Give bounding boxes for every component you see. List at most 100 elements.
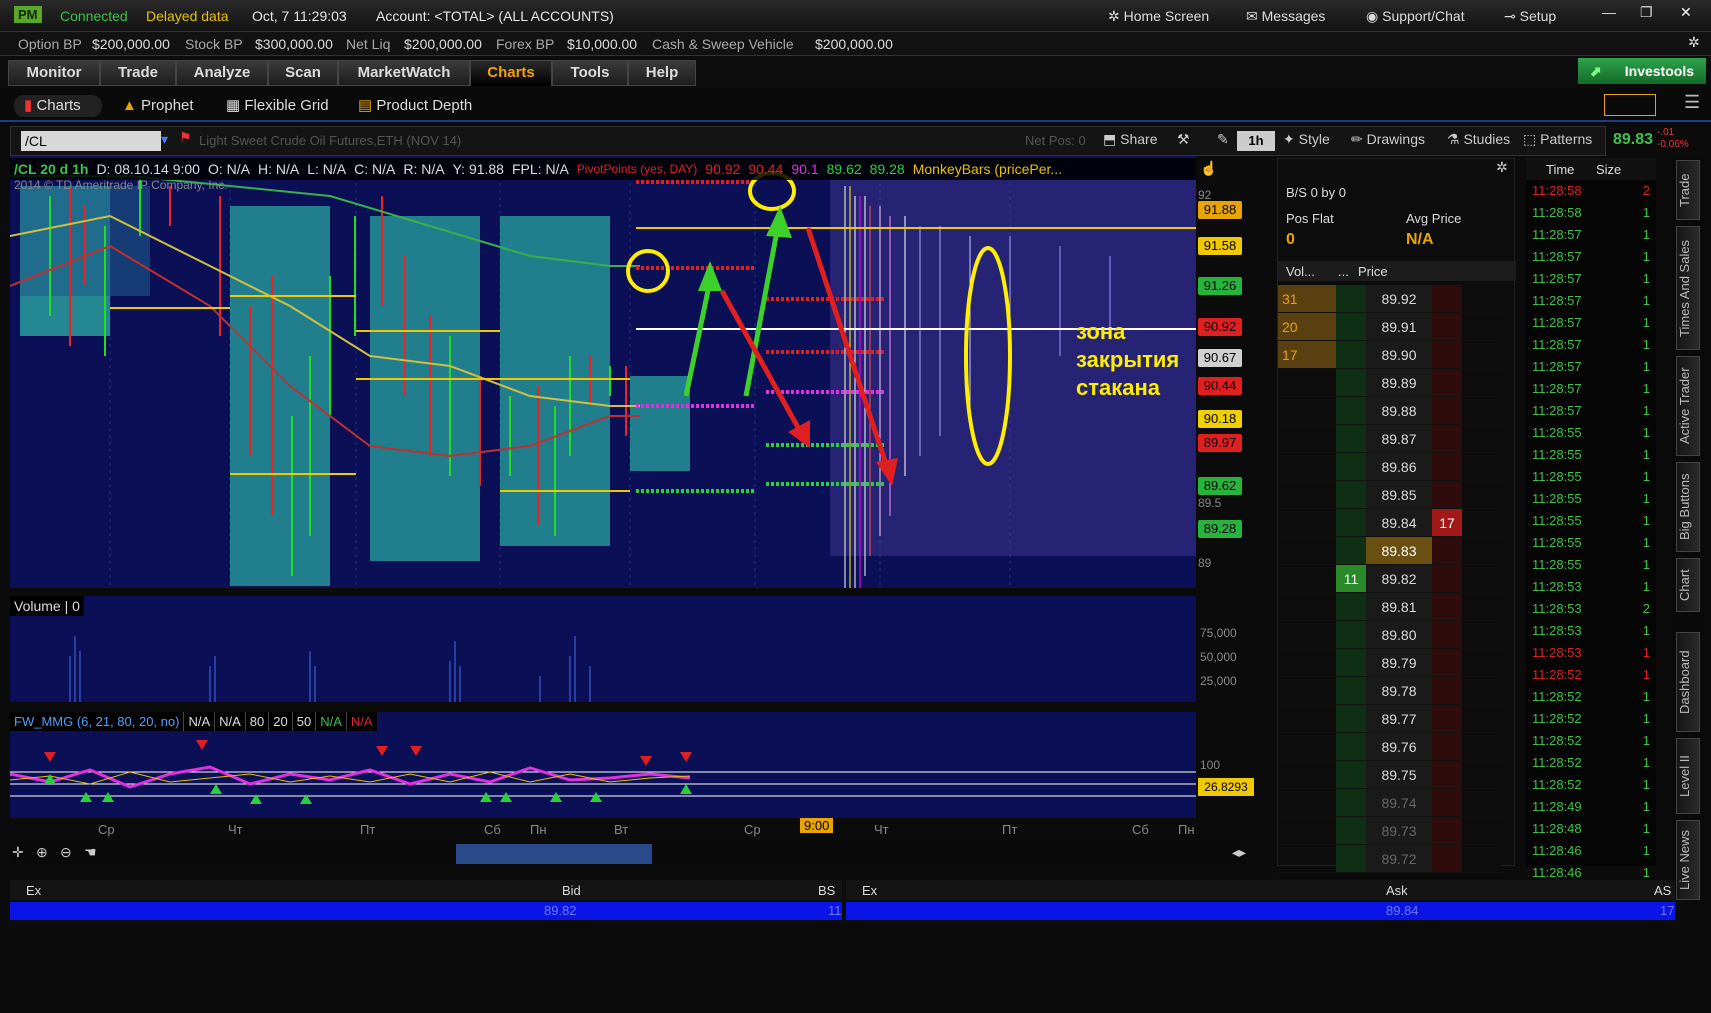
price-chart[interactable]: 2014 © TD Ameritrade IP Company, Inc. зо… — [10, 156, 1196, 588]
support-chat-button[interactable]: ◉ Support/Chat — [1366, 8, 1465, 25]
tab-trade[interactable]: Trade — [100, 60, 176, 86]
ladder-bid-cell[interactable] — [1336, 313, 1366, 340]
sidetab-chart[interactable]: Chart — [1676, 558, 1700, 612]
subtab-charts[interactable]: ▮ Charts — [14, 95, 102, 117]
ladder-ask-cell[interactable] — [1432, 369, 1462, 396]
ladder-ask-cell[interactable] — [1432, 565, 1462, 592]
setup-button[interactable]: ⊸ Setup — [1504, 8, 1556, 25]
share-button[interactable]: ⬒ Share — [1103, 131, 1157, 148]
subtab-product-depth[interactable]: ▤ Product Depth — [358, 95, 472, 117]
ladder-row[interactable]: 89.73 — [1278, 817, 1502, 845]
ladder-row[interactable]: 11 89.82 — [1278, 565, 1502, 593]
ladder-row[interactable]: 89.83 — [1278, 537, 1502, 565]
messages-button[interactable]: ✉ Messages — [1246, 8, 1325, 25]
ladder-bid-cell[interactable] — [1336, 845, 1366, 872]
ladder-gear-icon[interactable]: ✲ — [1496, 159, 1508, 176]
ladder-bid-cell[interactable] — [1336, 285, 1366, 312]
investools-button[interactable]: ⬈ Investools — [1578, 58, 1706, 84]
tab-help[interactable]: Help — [628, 60, 696, 86]
ladder-ask-cell[interactable] — [1432, 593, 1462, 620]
ladder-row[interactable]: 89.79 — [1278, 649, 1502, 677]
minimize-button[interactable]: — — [1602, 4, 1616, 20]
subtab-flexible-grid[interactable]: ▦ Flexible Grid — [226, 95, 329, 117]
ladder-row[interactable]: 89.81 — [1278, 593, 1502, 621]
ladder-bid-cell[interactable] — [1336, 537, 1366, 564]
scroll-thumb[interactable] — [456, 844, 652, 864]
sidetab-level-ii[interactable]: Level II — [1676, 738, 1700, 814]
ladder-ask-cell[interactable] — [1432, 481, 1462, 508]
ladder-ask-cell[interactable] — [1432, 677, 1462, 704]
ladder-row[interactable]: 89.84 17 — [1278, 509, 1502, 537]
ladder-ask-cell[interactable] — [1432, 397, 1462, 424]
ladder-ask-cell[interactable] — [1432, 705, 1462, 732]
wrench-icon[interactable]: ⚒ — [1177, 131, 1190, 148]
symbol-dropdown-icon[interactable]: ▾ — [161, 131, 168, 148]
menu-icon[interactable]: ☰ — [1684, 92, 1700, 113]
expand-icon[interactable]: ◂▸ — [1232, 844, 1246, 861]
ladder-ask-cell[interactable] — [1432, 649, 1462, 676]
ladder-row[interactable]: 89.72 — [1278, 845, 1502, 873]
period-selector[interactable]: 1h — [1237, 131, 1275, 151]
tab-tools[interactable]: Tools — [552, 60, 628, 86]
ladder-ask-cell[interactable] — [1432, 341, 1462, 368]
ladder-row[interactable]: 89.86 — [1278, 453, 1502, 481]
ladder-ask-cell[interactable] — [1432, 285, 1462, 312]
ladder-ask-cell[interactable] — [1432, 789, 1462, 816]
ladder-bid-cell[interactable] — [1336, 425, 1366, 452]
ladder-row[interactable]: 89.87 — [1278, 425, 1502, 453]
ladder-bid-cell[interactable] — [1336, 649, 1366, 676]
ladder-bid-cell[interactable] — [1336, 733, 1366, 760]
ladder-ask-cell[interactable] — [1432, 537, 1462, 564]
ladder-bid-cell[interactable] — [1336, 481, 1366, 508]
tool-icon[interactable]: ✎ — [1217, 131, 1229, 148]
ladder-bid-cell[interactable] — [1336, 761, 1366, 788]
ladder-row[interactable]: 89.76 — [1278, 733, 1502, 761]
tab-analyze[interactable]: Analyze — [176, 60, 268, 86]
ladder-ask-cell[interactable] — [1432, 453, 1462, 480]
chart-scrollbar[interactable]: ✛ ⊕ ⊖ ☚ ◂▸ — [10, 842, 1246, 866]
symbol-input[interactable]: /CL — [21, 131, 161, 151]
ladder-row[interactable]: 20 89.91 — [1278, 313, 1502, 341]
sidetab-trade[interactable]: Trade — [1676, 160, 1700, 220]
ladder-bid-cell[interactable] — [1336, 369, 1366, 396]
subtab-prophet[interactable]: ▲ Prophet — [122, 95, 194, 117]
sidetab-live-news[interactable]: Live News — [1676, 820, 1700, 900]
ladder-row[interactable]: 89.74 — [1278, 789, 1502, 817]
tab-marketwatch[interactable]: MarketWatch — [338, 60, 470, 86]
ladder-bid-cell[interactable] — [1336, 397, 1366, 424]
account-selector[interactable]: Account: <TOTAL> (ALL ACCOUNTS) — [376, 8, 614, 24]
gear-icon[interactable]: ✲ — [1688, 34, 1700, 51]
ladder-row[interactable]: 89.75 — [1278, 761, 1502, 789]
zoom-out-icon[interactable]: ⊖ — [60, 844, 72, 861]
ladder-bid-cell[interactable] — [1336, 453, 1366, 480]
cursor-icon[interactable]: ☝ — [1200, 160, 1217, 177]
tab-monitor[interactable]: Monitor — [8, 60, 100, 86]
ladder-bid-cell[interactable] — [1336, 677, 1366, 704]
patterns-button[interactable]: ⬚ Patterns — [1523, 131, 1592, 148]
pan-icon[interactable]: ✛ — [12, 844, 24, 861]
tab-scan[interactable]: Scan — [268, 60, 338, 86]
ladder-bid-cell[interactable]: 11 — [1336, 565, 1366, 592]
ladder-ask-cell[interactable] — [1432, 621, 1462, 648]
ladder-bid-cell[interactable] — [1336, 817, 1366, 844]
ladder-bid-cell[interactable] — [1336, 593, 1366, 620]
sidetab-dashboard[interactable]: Dashboard — [1676, 632, 1700, 732]
ladder-row[interactable]: 31 89.92 — [1278, 285, 1502, 313]
hand-icon[interactable]: ☚ — [84, 844, 97, 861]
restore-button[interactable]: ❐ — [1640, 4, 1653, 21]
ladder-row[interactable]: 89.78 — [1278, 677, 1502, 705]
sidetab-times-and-sales[interactable]: Times And Sales — [1676, 226, 1700, 350]
ladder-bid-cell[interactable] — [1336, 621, 1366, 648]
indicator-pane[interactable]: FW_MMG (6, 21, 80, 20, no) N/A N/A 80 20… — [10, 712, 1254, 818]
ladder-row[interactable]: 89.85 — [1278, 481, 1502, 509]
sidetab-big-buttons[interactable]: Big Buttons — [1676, 462, 1700, 552]
ask-row[interactable]: 89.84 17 — [846, 902, 1675, 920]
ladder-bid-cell[interactable] — [1336, 705, 1366, 732]
layout-selector[interactable] — [1604, 94, 1656, 116]
ladder-row[interactable]: 89.88 — [1278, 397, 1502, 425]
volume-pane[interactable]: Volume | 0 75,000 50,000 25,000 — [10, 596, 1237, 702]
ladder-ask-cell[interactable]: 17 — [1432, 509, 1462, 536]
ladder-row[interactable]: 89.77 — [1278, 705, 1502, 733]
ladder-ask-cell[interactable] — [1432, 761, 1462, 788]
ladder-bid-cell[interactable] — [1336, 341, 1366, 368]
